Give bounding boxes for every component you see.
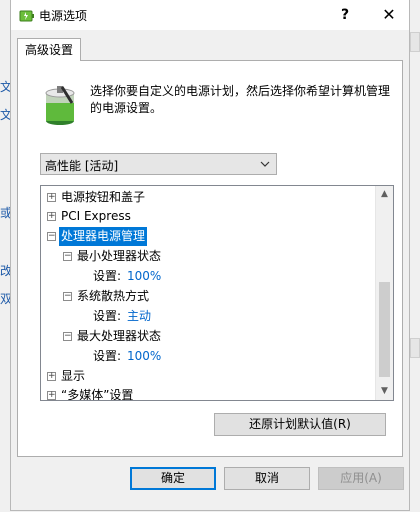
window-title: 电源选项: [39, 9, 88, 23]
collapse-icon[interactable]: −: [63, 292, 72, 301]
setting-value-link[interactable]: 主动: [127, 307, 151, 326]
restore-defaults-button[interactable]: 还原计划默认值(R): [214, 413, 386, 436]
setting-label: 设置:: [93, 269, 122, 283]
setting-value-link[interactable]: 100%: [127, 267, 161, 286]
chevron-down-icon: [260, 156, 270, 175]
power-plan-dropdown[interactable]: 高性能 [活动]: [40, 153, 277, 175]
tree-item-label: 电源按钮和盖子: [61, 190, 146, 204]
battery-plan-icon: [45, 86, 75, 125]
tree-item-label: “多媒体”设置: [61, 388, 134, 401]
advanced-settings-panel: 选择你要自定义的电源计划，然后选择你希望计算机管理的电源设置。 高性能 [活动]…: [17, 60, 403, 457]
title-bar[interactable]: 电源选项 ? ✕: [11, 0, 409, 30]
power-options-dialog: 电源选项 ? ✕ 高级设置 选择你要自定义的电源计划，然后选择你希望计算机管理的…: [10, 0, 410, 511]
scrollbar-thumb[interactable]: [379, 282, 390, 377]
tree-item-label: 系统散热方式: [77, 289, 150, 303]
power-options-icon: [19, 10, 34, 22]
expand-icon[interactable]: +: [47, 372, 56, 381]
scroll-down-icon[interactable]: ▼: [376, 383, 393, 400]
scroll-up-icon[interactable]: ▲: [376, 186, 393, 203]
tree-scrollbar[interactable]: ▲ ▼: [375, 186, 393, 400]
setting-label: 设置:: [93, 309, 122, 323]
help-button[interactable]: ?: [323, 0, 367, 30]
tree-item-label: 最大处理器状态: [77, 329, 162, 343]
expand-icon[interactable]: +: [47, 391, 56, 400]
collapse-icon[interactable]: −: [47, 232, 56, 241]
intro-description: 选择你要自定义的电源计划，然后选择你希望计算机管理的电源设置。: [90, 84, 391, 115]
background-window-edge: 文 文 或 改 双: [0, 0, 12, 512]
setting-label: 设置:: [93, 349, 122, 363]
tree-item-label-selected: 处理器电源管理: [59, 227, 148, 246]
setting-value-link[interactable]: 100%: [127, 347, 161, 366]
apply-button[interactable]: 应用(A): [318, 467, 404, 490]
cancel-button[interactable]: 取消: [224, 467, 310, 490]
collapse-icon[interactable]: −: [63, 252, 72, 261]
tree-item-label: 显示: [61, 369, 86, 383]
tab-advanced-settings[interactable]: 高级设置: [17, 38, 81, 61]
expand-icon[interactable]: +: [47, 193, 56, 202]
background-window-edge-right: [410, 0, 420, 512]
power-plan-value: 高性能 [活动]: [45, 159, 119, 173]
close-button[interactable]: ✕: [367, 0, 411, 30]
tree-item-label: PCI Express: [61, 209, 131, 223]
expand-icon[interactable]: +: [47, 212, 56, 221]
collapse-icon[interactable]: −: [63, 332, 72, 341]
tree-item-label: 最小处理器状态: [77, 249, 162, 263]
settings-tree[interactable]: + 电源按钮和盖子 + PCI Express − 处理器电源管理 − 最小处理…: [40, 185, 394, 401]
ok-button[interactable]: 确定: [130, 467, 216, 490]
